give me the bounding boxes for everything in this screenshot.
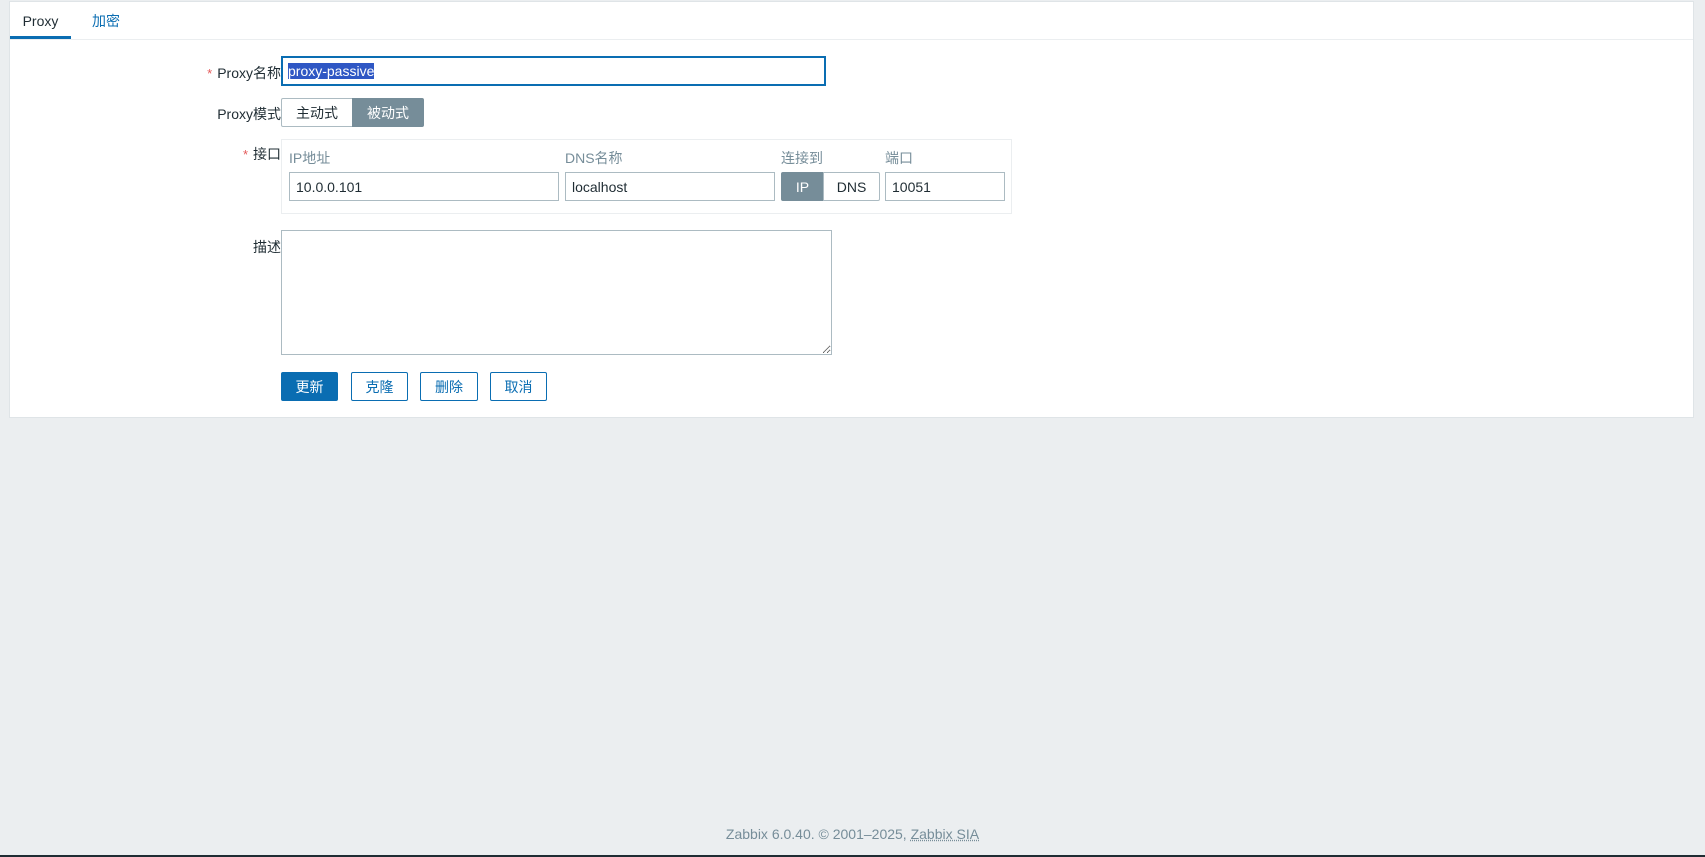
tab-bar: Proxy 加密 (10, 2, 1693, 40)
proxy-name-label: * Proxy名称 (207, 63, 281, 83)
cancel-button[interactable]: 取消 (490, 372, 547, 401)
tab-proxy[interactable]: Proxy (10, 2, 71, 39)
dns-column-header: DNS名称 (565, 150, 623, 166)
description-textarea[interactable] (281, 230, 832, 355)
delete-button[interactable]: 删除 (420, 372, 478, 401)
connect-dns-option[interactable]: DNS (823, 172, 880, 201)
port-input[interactable]: 10051 (885, 172, 1005, 201)
ip-address-value: 10.0.0.101 (296, 178, 363, 195)
footer-link[interactable]: Zabbix SIA (911, 826, 979, 842)
interface-label-text: 接口 (253, 146, 281, 162)
proxy-mode-label: Proxy模式 (217, 106, 281, 122)
port-value: 10051 (892, 178, 931, 195)
required-mark: * (242, 147, 248, 162)
footer: Zabbix 6.0.40. © 2001–2025, Zabbix SIA (0, 826, 1705, 842)
description-label: 描述 (253, 239, 281, 255)
ip-address-input[interactable]: 10.0.0.101 (289, 172, 559, 201)
dns-name-input[interactable]: localhost (565, 172, 775, 201)
required-mark: * (207, 66, 213, 81)
connect-column-header: 连接到 (781, 150, 823, 166)
mode-active-option[interactable]: 主动式 (281, 98, 353, 127)
footer-text: Zabbix 6.0.40. © 2001–2025, (725, 826, 911, 842)
dns-name-value: localhost (572, 178, 628, 195)
proxy-name-label-text: Proxy名称 (217, 65, 281, 81)
tab-encryption[interactable]: 加密 (80, 2, 132, 39)
connect-ip-option[interactable]: IP (781, 172, 824, 201)
clone-button[interactable]: 克隆 (351, 372, 408, 401)
ip-column-header: IP地址 (289, 150, 331, 166)
proxy-name-value: proxy-passive (288, 63, 375, 79)
port-column-header: 端口 (885, 150, 913, 166)
proxy-name-input[interactable]: proxy-passive (281, 56, 826, 86)
mode-passive-option[interactable]: 被动式 (352, 98, 424, 127)
update-button[interactable]: 更新 (281, 372, 338, 401)
interface-label: * 接口 (243, 144, 281, 164)
